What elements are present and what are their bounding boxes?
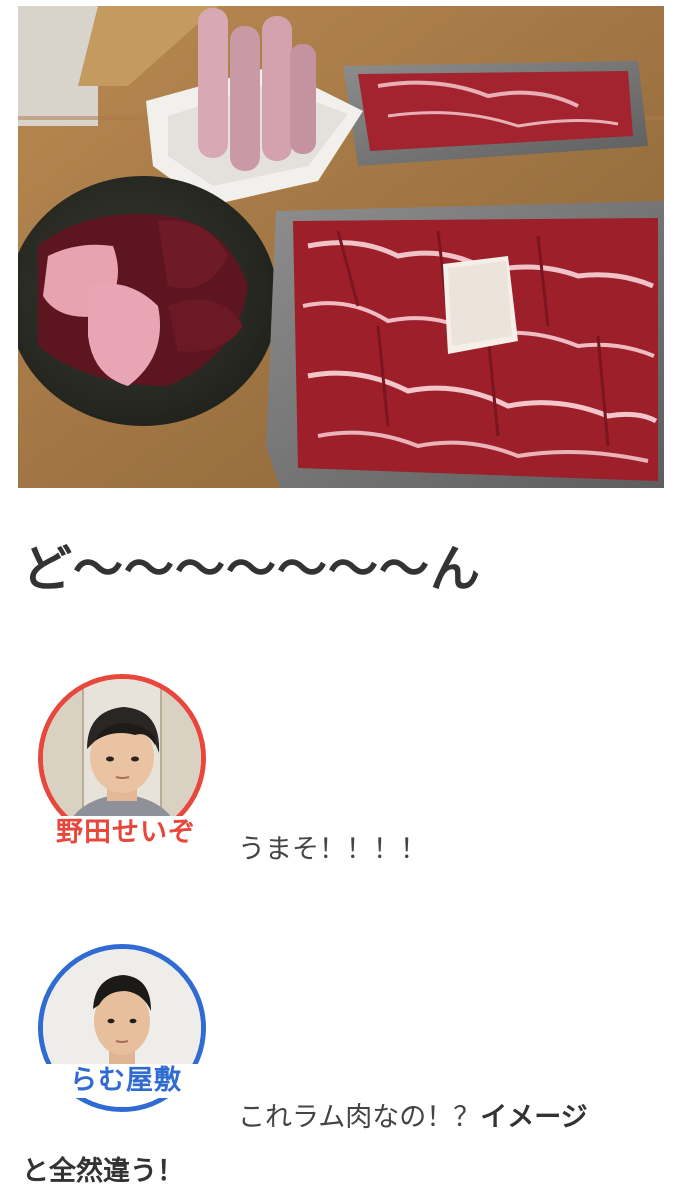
speaker-name: らむ屋敷 <box>38 1064 214 1098</box>
speech-line-normal: これラム肉なの！？ <box>238 1102 481 1133</box>
speaker-noda: 野田せいぞ <box>38 674 214 864</box>
speech-line-continuation: と全然違う！ <box>22 1156 184 1187</box>
speech-line-bold: イメージ <box>480 1102 588 1133</box>
speaker-name: 野田せいぞ <box>38 816 214 850</box>
speaker-ramuyashiki: らむ屋敷 <box>38 944 214 1134</box>
speech-line: うまそ！！！！ <box>238 834 427 865</box>
speech-line: これラム肉なの！？イメージ <box>238 1100 588 1136</box>
meat-photo <box>18 6 664 488</box>
headline: ど〜〜〜〜〜〜〜ん <box>22 540 481 598</box>
